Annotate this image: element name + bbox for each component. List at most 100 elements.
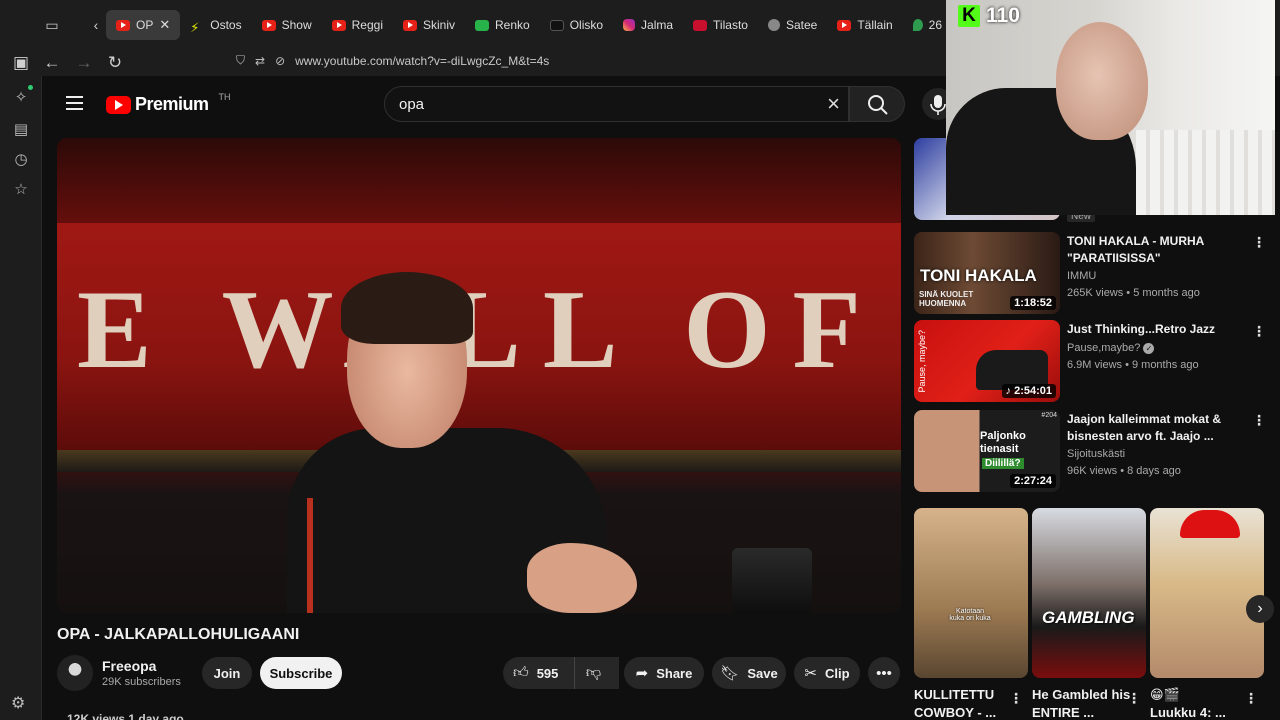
- history-icon[interactable]: ◷: [11, 150, 31, 170]
- bookmark-icon: 🔖︎: [720, 665, 740, 682]
- sidebar-toggle-icon[interactable]: ▣: [9, 52, 33, 74]
- youtube-play-logo-icon: [106, 95, 131, 114]
- youtube-premium-logo[interactable]: Premium TH: [106, 92, 231, 115]
- recommendation-channel[interactable]: Sijoituskästi: [1067, 448, 1125, 460]
- bookmarks-star-icon[interactable]: ☆: [11, 180, 31, 200]
- recommendation-thumbnail[interactable]: TONI HAKALA SINÄ KUOLET HUOMENNA 1:18:52: [914, 232, 1060, 314]
- join-label: Join: [213, 665, 241, 681]
- maps-pin-icon: [912, 19, 923, 31]
- browser-tab[interactable]: Olisko: [540, 10, 613, 40]
- browser-tab[interactable]: Renko: [465, 10, 540, 40]
- share-label: Share: [656, 665, 693, 681]
- short-emoji-prefix: 😁🎬: [1150, 687, 1180, 702]
- channel-name[interactable]: Freeopa: [102, 658, 156, 674]
- scissors-icon: ✂: [804, 665, 817, 682]
- recommendation-title[interactable]: Just Thinking...Retro Jazz: [1067, 321, 1247, 338]
- more-options-icon[interactable]: ⋮: [1127, 690, 1141, 706]
- url-field[interactable]: ⛉ ⇄ ⊘ www.youtube.com/watch?v=-diLwgcZc_…: [236, 53, 549, 68]
- tab-title: OP: [136, 18, 154, 32]
- video-duration: ♪ 2:54:01: [1001, 384, 1056, 398]
- save-button[interactable]: 🔖︎ Save: [712, 657, 786, 689]
- browser-tab[interactable]: Reggi: [322, 10, 393, 40]
- browser-tab[interactable]: Show: [252, 10, 322, 40]
- join-button[interactable]: Join: [202, 657, 252, 689]
- short-thumbnail[interactable]: GAMBLING: [1032, 508, 1146, 678]
- tab-list: OP ✕ ⚡ Ostos Show Reggi Skiniv Renko Olisko Jalma…: [106, 10, 1031, 40]
- video-duration: 2:27:24: [1010, 474, 1056, 488]
- browser-tab[interactable]: Satee: [758, 10, 827, 40]
- more-options-icon[interactable]: ⋮: [1252, 234, 1266, 250]
- browser-tab[interactable]: OP ✕: [106, 10, 181, 40]
- tab-title: Tilasto: [713, 18, 748, 32]
- ai-sparkle-icon[interactable]: ✧: [11, 88, 31, 108]
- kick-logo-icon: K: [958, 5, 980, 27]
- notification-dot: [28, 85, 33, 90]
- short-thumbnail[interactable]: [1150, 508, 1264, 678]
- more-actions-button[interactable]: •••: [868, 657, 900, 689]
- tab-title: Ostos: [210, 18, 242, 32]
- site-controls-icon[interactable]: ⇄: [255, 54, 265, 68]
- episode-number: #204: [1041, 412, 1057, 419]
- share-button[interactable]: ➦ Share: [624, 657, 704, 689]
- tab-tools: ▭ ‹: [40, 14, 108, 36]
- settings-gear-icon[interactable]: ⚙: [11, 693, 25, 713]
- clear-search-icon[interactable]: ×: [827, 91, 840, 117]
- recommendation-title[interactable]: TONI HAKALA - MURHA "PARATIISISSA": [1067, 233, 1247, 267]
- video-player[interactable]: E WALL OF: [57, 138, 901, 613]
- browser-tab[interactable]: Tilasto: [683, 10, 758, 40]
- tracking-block-icon[interactable]: ⊘: [275, 54, 285, 68]
- webcam-overlay: [946, 0, 1275, 215]
- browser-tab[interactable]: Jalma: [613, 10, 683, 40]
- close-tab-icon[interactable]: ✕: [159, 17, 170, 33]
- recommendation-channel[interactable]: IMMU: [1067, 270, 1096, 282]
- clip-button[interactable]: ✂ Clip: [794, 657, 860, 689]
- url-text[interactable]: www.youtube.com/watch?v=-diLwgcZc_M&t=4s: [295, 54, 549, 68]
- tab-scroll-left-icon[interactable]: ‹: [84, 14, 108, 36]
- kick-icon: [475, 19, 489, 31]
- subscribe-button[interactable]: Subscribe: [260, 657, 342, 689]
- short-title[interactable]: He Gambled his ENTIRE ...: [1032, 686, 1132, 720]
- short-caption: GAMBLING: [1042, 608, 1135, 627]
- reading-list-icon[interactable]: ▤: [11, 120, 31, 140]
- back-button[interactable]: ←: [40, 52, 64, 74]
- tilastopalvelu-icon: [693, 19, 708, 31]
- tab-title: Reggi: [351, 18, 383, 32]
- save-label: Save: [747, 665, 778, 681]
- video-glass-object: [732, 548, 812, 613]
- tiktok-icon: [549, 19, 564, 31]
- tab-overview-icon[interactable]: ▭: [40, 14, 64, 36]
- browser-tab[interactable]: Tällain: [827, 10, 902, 40]
- more-options-icon[interactable]: ⋮: [1244, 690, 1258, 706]
- recommendation-thumbnail[interactable]: Paljonko tienasit Diilillä? #204 2:27:24: [914, 410, 1060, 492]
- video-speaker-figure: [277, 272, 637, 613]
- search-query-text[interactable]: opa: [399, 96, 424, 113]
- short-title[interactable]: KULLITETTU COWBOY - ...: [914, 686, 1014, 720]
- forward-button[interactable]: →: [72, 52, 96, 74]
- video-duration: 1:18:52: [1010, 296, 1056, 310]
- short-title[interactable]: 😁🎬 Luukku 4: ...: [1150, 686, 1242, 720]
- like-count: 595: [536, 665, 559, 681]
- recommendation-title[interactable]: Jaajon kalleimmat mokat & bisnesten arvo…: [1067, 411, 1247, 445]
- menu-hamburger-icon[interactable]: [66, 96, 83, 110]
- shorts-next-arrow-icon[interactable]: ›: [1246, 595, 1274, 623]
- search-input[interactable]: opa ×: [384, 86, 849, 122]
- viewer-count: 110: [986, 4, 1020, 27]
- youtube-icon: [116, 19, 130, 31]
- tab-title: Tällain: [857, 18, 893, 32]
- channel-avatar[interactable]: [57, 655, 93, 691]
- tab-title: Satee: [785, 18, 818, 32]
- subscribe-label: Subscribe: [269, 665, 333, 681]
- more-options-icon[interactable]: ⋮: [1009, 690, 1023, 706]
- search-button[interactable]: [849, 86, 905, 122]
- recommendation-thumbnail[interactable]: Pause, maybe? ♪ 2:54:01: [914, 320, 1060, 402]
- short-thumbnail[interactable]: Katotaan kuka ori kuka: [914, 508, 1028, 678]
- browser-tab[interactable]: ⚡ Ostos: [180, 10, 251, 40]
- dislike-button[interactable]: 👎︎: [574, 657, 612, 689]
- more-options-icon[interactable]: ⋮: [1252, 323, 1266, 339]
- browser-tab[interactable]: Skiniv: [393, 10, 465, 40]
- more-options-icon[interactable]: ⋮: [1252, 412, 1266, 428]
- recommendation-channel[interactable]: Pause,maybe? ✓: [1067, 342, 1155, 354]
- shield-icon[interactable]: ⛉: [236, 53, 245, 68]
- clip-label: Clip: [825, 665, 850, 681]
- reload-button[interactable]: ↻: [103, 52, 127, 74]
